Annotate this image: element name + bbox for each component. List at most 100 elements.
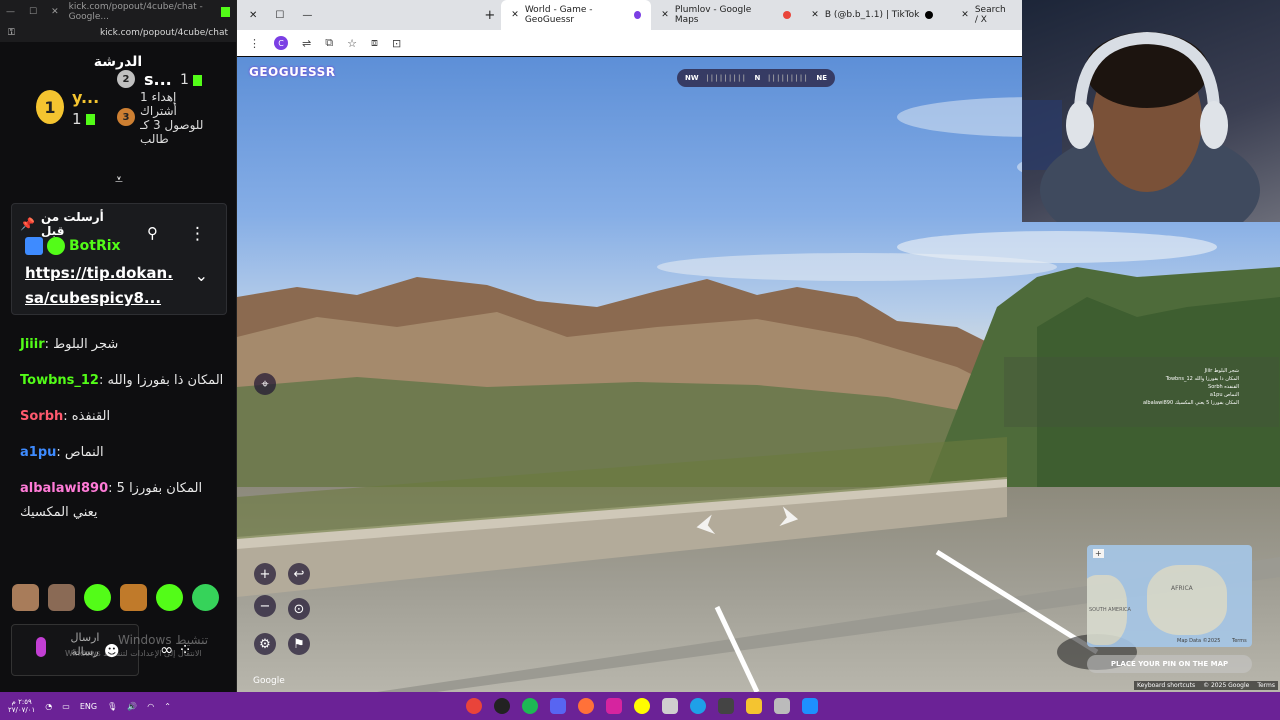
profile-avatar[interactable]: C [274, 36, 288, 50]
unpin-icon[interactable]: ⚲ [147, 224, 158, 242]
calculator-icon[interactable] [718, 698, 734, 714]
zoom-out-button[interactable]: − [254, 595, 276, 617]
guess-minimap[interactable]: AFRICA SOUTH AMERICA + Map Data ©2025 Te… [1087, 545, 1252, 647]
rank-2-medal-icon: 2 [117, 70, 135, 88]
microphone-tray-icon[interactable]: 🎙 [107, 702, 117, 711]
zoom-in-button[interactable]: + [254, 563, 276, 585]
obs-icon[interactable] [494, 698, 510, 714]
chat-window: — ☐ ✕ kick.com/popout/4cube/chat - Google.… [0, 0, 237, 692]
chat-url[interactable]: kick.com/popout/4cube/chat [100, 28, 228, 38]
compass-n: N [754, 74, 761, 82]
emote-face-2[interactable] [48, 584, 75, 611]
browser-tab[interactable]: ✕ Plumlov - Google Maps [651, 0, 801, 30]
kick-extension-icon[interactable] [221, 7, 230, 17]
window-controls[interactable]: — ☐ ✕ [6, 7, 59, 17]
chat-username[interactable]: albalawi890 [20, 481, 108, 496]
pinned-link[interactable]: https://tip.dokan. sa/cubespicy8... [25, 261, 185, 311]
browser-tab[interactable]: ✕ Search / X [951, 0, 1011, 30]
pinned-apps [466, 698, 818, 714]
extensions-icon[interactable]: ⧉ [325, 36, 333, 50]
monitor-icon[interactable] [774, 698, 790, 714]
pinned-title: أرسلت من قبل [40, 210, 104, 238]
tab-label: B (@b.b_1.1) | TikTok [824, 10, 920, 20]
file-explorer-icon[interactable] [746, 698, 762, 714]
chrome-icon[interactable] [466, 698, 482, 714]
wifi-icon[interactable]: ◠ [147, 702, 154, 711]
chat-titlebar: — ☐ ✕ kick.com/popout/4cube/chat - Google.… [0, 0, 236, 24]
chat-username[interactable]: a1pu [20, 445, 56, 460]
language-indicator[interactable]: ENG [80, 702, 97, 711]
notifications-icon[interactable]: ◔ [45, 702, 52, 711]
customize-icon[interactable]: ⇌ [302, 37, 311, 50]
chat-message: a1pu: النماص [20, 441, 225, 465]
pinned-sender: BotRix [25, 237, 121, 255]
rank-3-promo: إهداء 1 أشتراك للوصول 3 كـ طالب [140, 90, 204, 146]
tabs: ✕ World - Game - GeoGuessr ✕ Plumlov - Goog… [501, 0, 1011, 30]
chevron-down-icon[interactable]: ⌄ [195, 266, 208, 285]
return-to-start-icon[interactable]: ⊙ [288, 598, 310, 620]
undo-move-icon[interactable]: ↩ [288, 563, 310, 585]
display-icon[interactable]: ▭ [62, 702, 70, 711]
close-tab-icon[interactable]: ✕ [961, 10, 969, 20]
instagram-icon[interactable] [606, 698, 622, 714]
chat-message-text: النماص [64, 445, 104, 460]
map-terms[interactable]: Terms [1232, 638, 1247, 644]
browser-tab[interactable]: ✕ World - Game - GeoGuessr [501, 0, 652, 30]
close-tab-icon[interactable]: ✕ [811, 10, 819, 20]
tab-label: Plumlov - Google Maps [674, 5, 752, 25]
emote-box[interactable] [120, 584, 147, 611]
tab-search-icon[interactable]: ⧈ [371, 36, 378, 50]
google-watermark: Google [253, 676, 285, 686]
window-controls[interactable]: ✕ ☐ — [237, 10, 324, 21]
map-label-south-america: SOUTH AMERICA [1089, 607, 1131, 613]
compass-nw: NW [685, 74, 699, 82]
emote-kick-3[interactable] [192, 584, 219, 611]
speaker-icon[interactable]: 🔊 [127, 702, 137, 711]
place-pin-button[interactable]: PLACE YOUR PIN ON THE MAP [1087, 655, 1252, 673]
edge-icon[interactable] [690, 698, 706, 714]
close-tab-icon[interactable]: ✕ [511, 10, 519, 20]
emote-kick-1[interactable] [84, 584, 111, 611]
terms-link[interactable]: Terms [1257, 682, 1275, 689]
street-view-footer: Keyboard shortcuts © 2025 Google Terms [1133, 681, 1278, 690]
menu-icon[interactable]: ⋮ [249, 37, 260, 50]
windows-start-icon[interactable] [802, 698, 818, 714]
browser-tab[interactable]: ✕ B (@b.b_1.1) | TikTok [801, 0, 951, 30]
pin-icon: 📌 [20, 217, 35, 231]
chat-username[interactable]: Towbns_12 [20, 373, 99, 388]
game-controller-icon[interactable] [662, 698, 678, 714]
microphone-icon[interactable] [36, 637, 46, 657]
collapse-leaderboard-icon[interactable]: ⩡ [109, 172, 129, 188]
flag-icon[interactable]: ⚑ [288, 633, 310, 655]
compass-ne: NE [816, 74, 827, 82]
discord-icon[interactable] [550, 698, 566, 714]
windows-activation-sub: Windows الانتقال إلى الإعدادات لتنشيط [65, 649, 202, 658]
show-hidden-icons-chevron-up-icon[interactable]: ⌃ [164, 702, 171, 711]
geoguessr-logo[interactable]: GEOGUESSR [249, 65, 336, 79]
location-pin-icon[interactable]: ⌖ [254, 373, 276, 395]
chat-separator: : [56, 445, 65, 460]
windows-activation-title: Windows تنشيط [118, 633, 209, 647]
install-app-icon[interactable]: ⊡ [392, 37, 401, 50]
clock[interactable]: ٢:٥٩ م ٢٧/٠٧/٠١ [8, 698, 35, 714]
gift-leaderboard: 1 y... 1 2 s... 1 3 إهداء 1 أشتراك للوصو… [0, 70, 236, 152]
new-tab-button[interactable]: + [484, 8, 495, 23]
chat-messages: Jiiir: شجر البلوط Towbns_12: المكان ذا بف… [20, 333, 225, 537]
emote-kick-2[interactable] [156, 584, 183, 611]
more-options-icon[interactable]: ⋮ [189, 224, 206, 244]
chat-username[interactable]: Jiiir [20, 337, 45, 352]
keyboard-shortcuts-link[interactable]: Keyboard shortcuts [1137, 682, 1195, 689]
firefox-icon[interactable] [578, 698, 594, 714]
emote-face-1[interactable] [12, 584, 39, 611]
map-zoom-in-button[interactable]: + [1093, 549, 1104, 558]
spotify-icon[interactable] [522, 698, 538, 714]
moderator-badge-icon [25, 237, 43, 255]
bookmark-star-icon[interactable]: ☆ [347, 37, 357, 50]
snapchat-icon[interactable] [634, 698, 650, 714]
close-tab-icon[interactable]: ✕ [661, 10, 669, 20]
rank-1-gifts: 1 [72, 110, 96, 128]
compass-ticks: ||||||||| [706, 74, 748, 82]
chat-message: Jiiir: شجر البلوط [20, 333, 225, 357]
settings-gear-icon[interactable]: ⚙ [254, 633, 276, 655]
chat-username[interactable]: Sorbh [20, 409, 63, 424]
